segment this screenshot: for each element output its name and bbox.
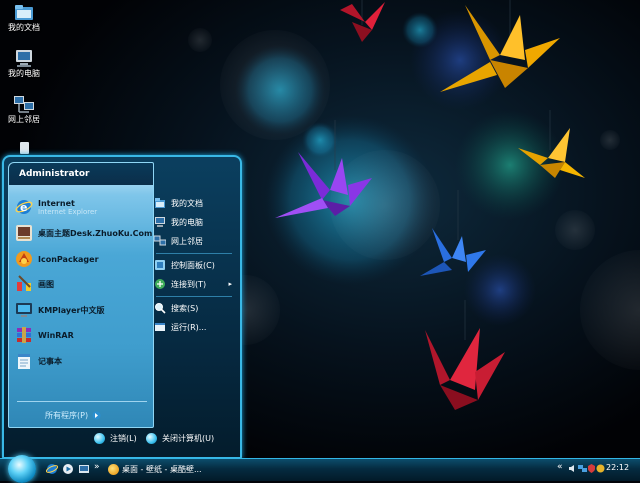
program-notepad[interactable]: 记事本 xyxy=(15,350,149,372)
browser-icon xyxy=(108,464,119,475)
place-my-documents[interactable]: 我的文档 xyxy=(154,195,236,211)
my-documents-icon xyxy=(15,5,33,20)
tray-expand-chevron-icon[interactable]: « xyxy=(557,462,563,472)
update-icon[interactable] xyxy=(596,464,605,473)
start-menu-programs-panel: Administrator e Internet Internet Explore… xyxy=(8,162,154,428)
place-my-computer[interactable]: 我的电脑 xyxy=(154,214,236,230)
place-network-places[interactable]: 网上邻居 xyxy=(154,233,236,249)
place-search[interactable]: 搜索(S) xyxy=(154,300,236,316)
iconpackager-icon xyxy=(16,251,32,267)
desktop-icon-my-computer[interactable]: 我的电脑 xyxy=(4,48,44,79)
start-menu-footer: 注销(L) 关闭计算机(U) xyxy=(4,427,240,455)
kmplayer-icon xyxy=(16,303,32,317)
volume-icon[interactable] xyxy=(568,464,577,473)
notepad-icon xyxy=(18,354,30,369)
my-computer-icon xyxy=(16,50,32,67)
quick-launch-chevron-icon[interactable]: » xyxy=(94,462,100,472)
log-off-button[interactable]: 注销(L) xyxy=(94,433,137,444)
program-internet-explorer[interactable]: e Internet Internet Explorer xyxy=(15,196,149,218)
clock: 22:12 xyxy=(606,463,630,472)
power-icon xyxy=(146,433,157,444)
program-label: 画图 xyxy=(38,279,54,289)
network-icon[interactable] xyxy=(578,464,587,473)
program-label: KMPlayer中文版 xyxy=(38,305,105,315)
internet-explorer-icon: e xyxy=(15,200,33,214)
program-label: IconPackager xyxy=(38,254,99,264)
network-places-icon xyxy=(154,235,166,246)
desktop-icon-my-documents[interactable]: 我的文档 xyxy=(4,2,44,33)
control-panel-icon xyxy=(155,260,165,270)
program-iconpackager[interactable]: IconPackager xyxy=(15,248,149,270)
taskbar-window-button[interactable]: 桌面 - 壁纸 - 桌酷壁... xyxy=(108,462,228,477)
program-desk-zhuoku[interactable]: 桌面主题Desk.ZhuoKu.Com xyxy=(15,222,153,244)
desk-zhuoku-icon xyxy=(16,225,32,241)
place-run[interactable]: 运行(R)... xyxy=(154,319,236,335)
connect-to-icon xyxy=(155,279,165,289)
run-icon xyxy=(155,323,165,331)
arrow-right-icon xyxy=(92,411,101,420)
desktop-icon-network-places[interactable]: 网上邻居 xyxy=(4,94,44,125)
programs-divider xyxy=(17,401,147,402)
show-desktop-icon[interactable] xyxy=(78,463,90,475)
search-icon xyxy=(155,303,166,314)
shutdown-button[interactable]: 关闭计算机(U) xyxy=(146,433,214,444)
program-sublabel: Internet Explorer xyxy=(38,207,98,216)
network-places-icon xyxy=(14,96,34,113)
winrar-icon xyxy=(17,327,31,343)
submenu-arrow-icon: ▸ xyxy=(228,280,232,288)
media-player-icon[interactable] xyxy=(62,463,74,475)
place-connect-to[interactable]: 连接到(T) ▸ xyxy=(154,276,236,292)
security-icon[interactable] xyxy=(587,464,596,473)
start-button[interactable] xyxy=(8,455,36,483)
paint-icon xyxy=(17,275,31,291)
program-kmplayer[interactable]: KMPlayer中文版 xyxy=(15,299,149,321)
program-paint[interactable]: 画图 xyxy=(15,273,149,295)
start-menu-header: Administrator xyxy=(9,163,153,185)
my-documents-icon xyxy=(155,198,165,208)
all-programs-button[interactable]: 所有程序(P) xyxy=(45,410,101,421)
program-label: 桌面主题Desk.ZhuoKu.Com xyxy=(38,228,153,238)
user-name: Administrator xyxy=(19,169,90,179)
places-divider xyxy=(156,253,232,254)
start-menu: Administrator e Internet Internet Explore… xyxy=(2,155,242,459)
svg-text:e: e xyxy=(20,201,27,214)
all-programs-label: 所有程序(P) xyxy=(45,411,89,420)
place-control-panel[interactable]: 控制面板(C) xyxy=(154,257,236,273)
program-label: WinRAR xyxy=(38,330,74,340)
places-divider xyxy=(156,296,232,297)
my-computer-icon xyxy=(155,217,165,227)
program-label: 记事本 xyxy=(38,356,62,366)
log-off-icon xyxy=(94,433,105,444)
program-winrar[interactable]: WinRAR xyxy=(15,324,149,346)
program-label: Internet xyxy=(38,198,75,208)
internet-explorer-icon[interactable] xyxy=(46,463,58,475)
taskbar: » 桌面 - 壁纸 - 桌酷壁... « 22:12 xyxy=(0,455,640,483)
